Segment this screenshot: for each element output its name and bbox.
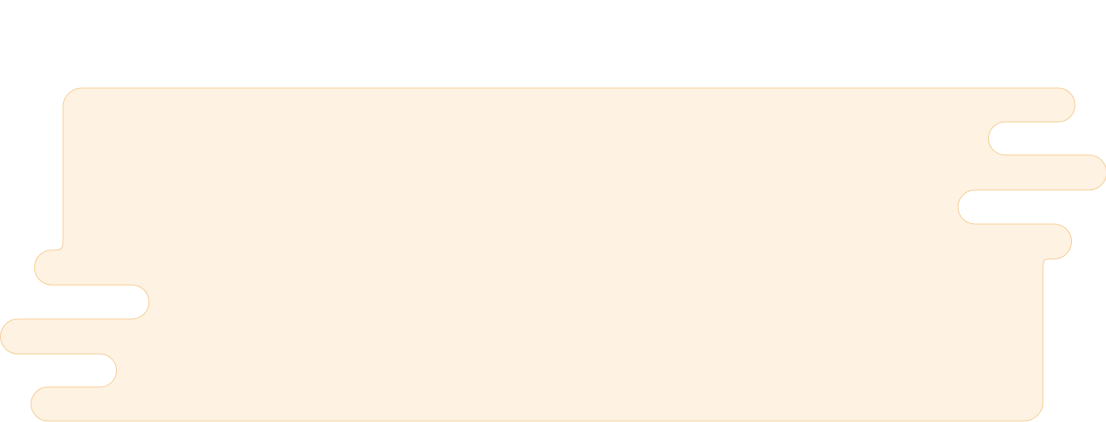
canvas [0, 0, 1106, 422]
banner-svg [0, 87, 1106, 422]
wavy-banner-shape [0, 87, 1106, 422]
